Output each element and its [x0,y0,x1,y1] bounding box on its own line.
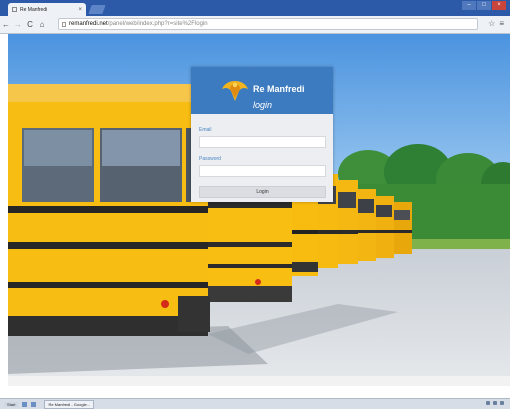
taskbar-pinned-icon[interactable] [22,401,28,407]
address-bar[interactable]: remanfredi.net /panel/web/index.php?r=si… [58,18,478,30]
minimize-button[interactable]: – [462,1,476,10]
login-title: login [253,100,273,110]
system-tray [486,401,504,405]
email-field[interactable] [199,136,326,148]
login-button[interactable]: Login [199,186,326,198]
url-path: /panel/web/index.php?r=site%2Flogin [107,21,208,27]
forward-arrow-icon[interactable]: → [12,20,24,29]
menu-icon[interactable]: ≡ [499,19,504,28]
page-favicon-icon [12,7,17,12]
eagle-logo-icon [222,81,248,101]
url-host: remanfredi.net [69,21,108,27]
browser-tab[interactable]: Re Manfredi × [8,3,86,16]
tray-icon[interactable] [493,401,497,405]
back-arrow-icon[interactable]: ← [0,20,12,29]
email-label: Email [199,127,212,133]
brand-name: Re Manfredi [253,84,305,94]
password-label: Password [199,156,221,162]
tab-title: Re Manfredi [20,6,48,13]
browser-tab-strip: Re Manfredi × – □ × [0,0,510,16]
window-controls: – □ × [462,1,506,10]
home-icon[interactable]: ⌂ [36,20,48,29]
tray-icon[interactable] [500,401,504,405]
window-close-button[interactable]: × [492,1,506,10]
os-taskbar: Start Re Manfredi - Google... [0,398,510,409]
taskbar-browser-item[interactable]: Re Manfredi - Google... [44,399,95,409]
password-field[interactable] [199,165,326,177]
login-panel: Re Manfredi login Email Password Login [191,67,333,202]
tab-close-icon[interactable]: × [78,7,82,13]
star-icon[interactable]: ☆ [488,19,495,28]
start-button[interactable]: Start [4,401,19,407]
taskbar-pinned-icon[interactable] [31,401,37,407]
tray-icon[interactable] [486,401,490,405]
new-tab-button[interactable] [88,5,106,14]
reload-icon[interactable]: C [24,20,36,29]
login-header: Re Manfredi login [191,67,333,114]
browser-toolbar: ← → C ⌂ remanfredi.net /panel/web/index.… [0,16,510,34]
page-icon [62,21,66,27]
maximize-button[interactable]: □ [477,1,491,10]
